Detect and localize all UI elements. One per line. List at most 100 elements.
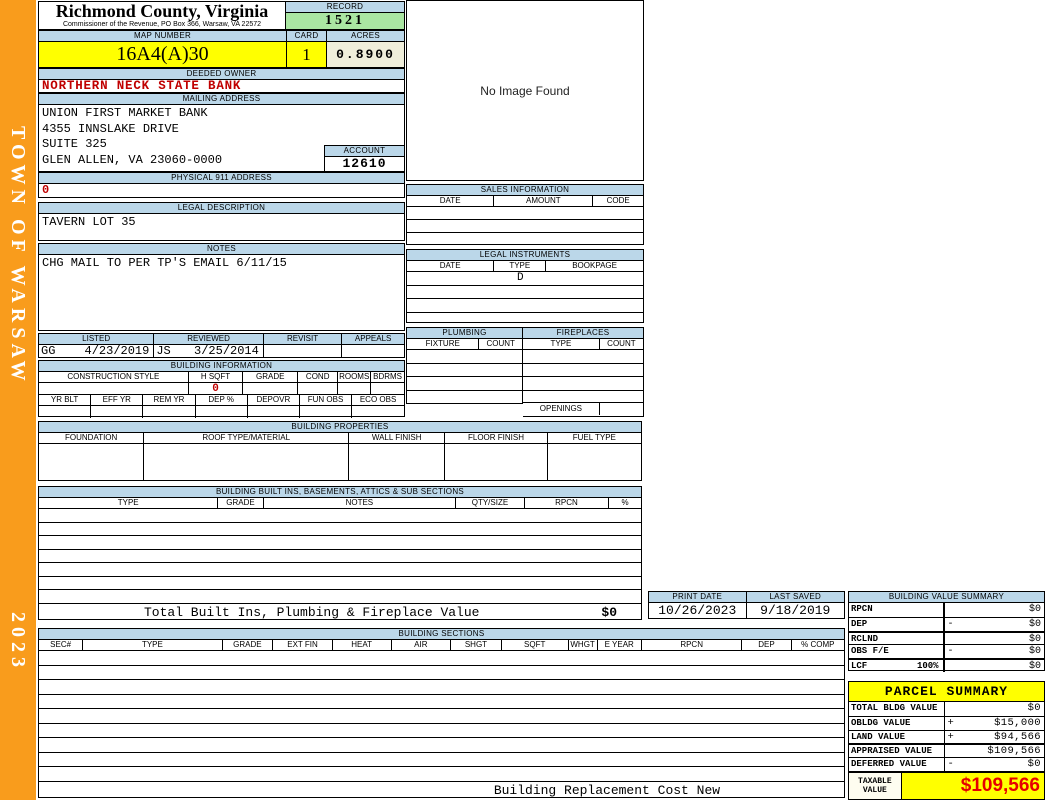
acres-value: 0.8900 bbox=[327, 42, 404, 67]
deeded-owner-name: NORTHERN NECK STATE BANK bbox=[42, 79, 242, 93]
ps-deferred-value: $0 bbox=[1027, 758, 1041, 771]
reviewed-date: 3/25/2014 bbox=[194, 344, 259, 358]
bi-grade-label: GRADE bbox=[218, 498, 264, 508]
print-saved-box: PRINT DATE 10/26/2023 LAST SAVED 9/18/20… bbox=[648, 591, 845, 619]
mailing-address-box: MAILING ADDRESS UNION FIRST MARKET BANK … bbox=[38, 93, 405, 172]
ps-row-land: LAND VALUE + $94,566 bbox=[849, 729, 1044, 744]
roof-value bbox=[144, 444, 350, 480]
li-date-label: DATE bbox=[407, 261, 495, 271]
sales-date-label: DATE bbox=[407, 196, 495, 206]
bs-grade-label: GRADE bbox=[223, 640, 274, 650]
empty-row bbox=[39, 666, 844, 680]
notes-box: NOTES CHG MAIL TO PER TP'S EMAIL 6/11/15 bbox=[38, 243, 405, 331]
fuel-type-label: FUEL TYPE bbox=[572, 433, 616, 442]
parcel-summary-box: PARCEL SUMMARY TOTAL BLDG VALUE $0 OBLDG… bbox=[848, 681, 1045, 800]
empty-row bbox=[523, 377, 643, 391]
built-ins-title: BUILDING BUILT INS, BASEMENTS, ATTICS & … bbox=[39, 487, 641, 498]
empty-row bbox=[39, 509, 641, 523]
reviewed-cell: JS 3/25/2014 bbox=[154, 345, 264, 358]
bvs-row-rpcn: RPCN $0 bbox=[849, 603, 1044, 617]
ps-row-deferred: DEFERRED VALUE - $0 bbox=[849, 757, 1044, 771]
depovr-value bbox=[248, 406, 300, 418]
last-saved-box: LAST SAVED 9/18/2019 bbox=[746, 592, 844, 618]
plumbing-fireplaces-group: PLUMBING FIXTURE COUNT FIREPLACES TYPE C… bbox=[406, 327, 644, 417]
sales-code-label: CODE bbox=[606, 196, 630, 205]
commissioner-line: Commissioner of the Revenue, PO Box 366,… bbox=[62, 21, 262, 28]
building-info-value-row1: 0 bbox=[39, 383, 404, 395]
li-date-value bbox=[407, 272, 494, 285]
print-date-box: PRINT DATE 10/26/2023 bbox=[649, 592, 747, 618]
bi-notes-label: NOTES bbox=[264, 498, 457, 508]
depovr-label: DEPOVR bbox=[248, 395, 300, 405]
empty-row bbox=[407, 207, 643, 220]
county-header: Richmond County, Virginia Commissioner o… bbox=[39, 2, 286, 29]
hsqft-label: H SQFT bbox=[189, 372, 244, 382]
property-record-card: TOWN OF WARSAW 2023 Richmond County, Vir… bbox=[0, 0, 1050, 800]
ps-row-appraised: APPRAISED VALUE $109,566 bbox=[849, 743, 1044, 757]
ps-land-value: $94,566 bbox=[994, 730, 1041, 743]
legal-instruments-header: DATE TYPE BOOKPAGE bbox=[407, 261, 643, 272]
town-sidebar: TOWN OF WARSAW 2023 bbox=[0, 0, 36, 800]
li-type-value: D bbox=[516, 272, 524, 284]
plumbing-box: PLUMBING FIXTURE COUNT bbox=[406, 327, 523, 404]
ps-appraised-label: APPRAISED VALUE bbox=[849, 745, 945, 758]
building-sections-header: SEC# TYPE GRADE EXT FIN HEAT AIR SHGT SQ… bbox=[39, 640, 844, 651]
legal-description-box: LEGAL DESCRIPTION TAVERN LOT 35 bbox=[38, 202, 405, 241]
bi-rpcn-label: RPCN bbox=[525, 498, 610, 508]
map-number-value: 16A4(A)30 bbox=[39, 42, 286, 67]
empty-row bbox=[407, 233, 643, 245]
card-box: CARD 1 bbox=[287, 31, 327, 67]
ps-land-label: LAND VALUE bbox=[849, 730, 945, 744]
parcel-summary-title: PARCEL SUMMARY bbox=[849, 682, 1044, 702]
li-bookpage-value bbox=[546, 272, 643, 285]
sales-information-title: SALES INFORMATION bbox=[407, 185, 643, 196]
plumbing-count-label: COUNT bbox=[486, 339, 515, 348]
bs-eyear-label: E YEAR bbox=[598, 640, 642, 650]
empty-row bbox=[523, 391, 643, 403]
openings-row: OPENINGS bbox=[523, 402, 643, 415]
appeals-cell bbox=[342, 345, 404, 358]
listed-by: GG bbox=[41, 344, 56, 358]
account-value: 12610 bbox=[342, 156, 387, 171]
bi-type-label: TYPE bbox=[39, 498, 219, 508]
built-ins-total-value: $0 bbox=[601, 604, 617, 620]
bvs-row-rclnd: RCLND $0 bbox=[849, 630, 1044, 645]
construction-style-label: CONSTRUCTION STYLE bbox=[39, 372, 189, 382]
taxable-value-label: TAXABLE VALUE bbox=[849, 772, 902, 799]
revisit-label: REVISIT bbox=[264, 334, 343, 344]
bvs-obsfe-value: $0 bbox=[1028, 646, 1041, 658]
map-card-acres-row: MAP NUMBER 16A4(A)30 CARD 1 ACRES 0.8900 bbox=[38, 30, 405, 68]
grade-value bbox=[243, 383, 299, 394]
acres-label: ACRES bbox=[327, 31, 404, 42]
foundation-value bbox=[39, 444, 145, 480]
bdrms-label: BDRMS bbox=[373, 372, 402, 381]
empty-row bbox=[39, 577, 641, 590]
notes-label: NOTES bbox=[39, 244, 404, 255]
empty-row bbox=[39, 724, 844, 738]
building-value-summary-box: BUILDING VALUE SUMMARY RPCN $0 DEP - $0 R… bbox=[848, 591, 1045, 672]
openings-label: OPENINGS bbox=[523, 402, 600, 415]
empty-row bbox=[39, 753, 844, 767]
hsqft-value: 0 bbox=[189, 383, 244, 395]
sales-amount-label: AMOUNT bbox=[494, 196, 594, 206]
taxable-value-row: TAXABLE VALUE $109,566 bbox=[849, 770, 1044, 799]
bs-sec-label: SEC# bbox=[39, 640, 84, 650]
town-name-vertical: TOWN OF WARSAW bbox=[7, 126, 29, 386]
funobs-value bbox=[300, 406, 353, 418]
review-box: LISTED REVIEWED REVISIT APPEALS GG 4/23/… bbox=[38, 333, 405, 358]
building-sections-footer: Building Replacement Cost New bbox=[493, 782, 721, 798]
legal-description-label: LEGAL DESCRIPTION bbox=[39, 203, 404, 214]
empty-row bbox=[39, 738, 844, 753]
ecoobs-value bbox=[352, 406, 404, 418]
funobs-label: FUN OBS bbox=[300, 395, 353, 405]
record-value: 1521 bbox=[286, 13, 404, 29]
listed-label: LISTED bbox=[39, 334, 155, 344]
empty-row bbox=[39, 563, 641, 577]
yrblt-label: YR BLT bbox=[39, 395, 92, 405]
empty-row bbox=[407, 377, 522, 391]
physical-911-label: PHYSICAL 911 ADDRESS bbox=[39, 173, 404, 184]
physical-911-box: PHYSICAL 911 ADDRESS 0 bbox=[38, 172, 405, 198]
building-info-value-row2 bbox=[39, 406, 404, 418]
card-label: CARD bbox=[287, 31, 326, 42]
notes-value: CHG MAIL TO PER TP'S EMAIL 6/11/15 bbox=[42, 256, 287, 270]
